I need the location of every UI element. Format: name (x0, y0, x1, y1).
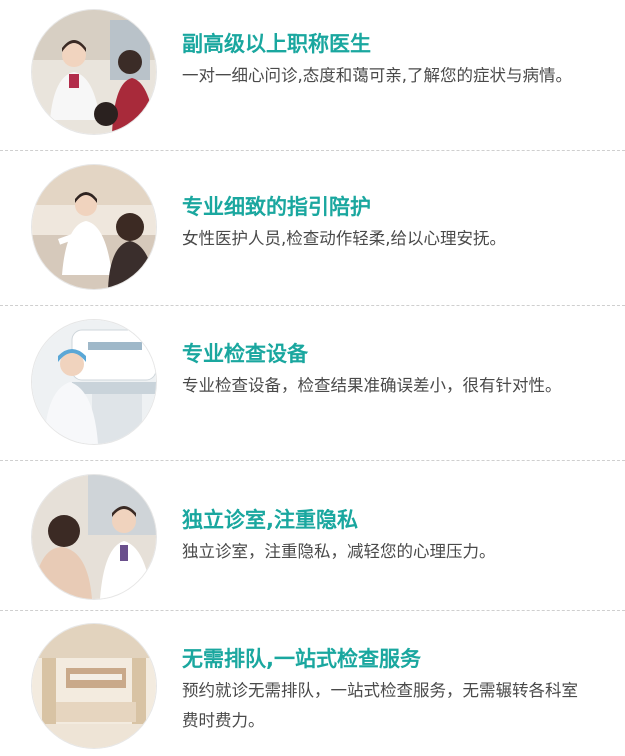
feature-title: 专业细致的指引陪护 (182, 195, 371, 219)
examination-equipment-photo-icon (32, 320, 156, 444)
hospital-lobby-photo-icon (32, 624, 156, 748)
feature-description: 一对一细心问诊,态度和蔼可亲,了解您的症状与病情。 (182, 66, 572, 85)
feature-item-one-stop-service: 无需排队,一站式检查服务 预约就诊无需排队，一站式检查服务，无需辗转各科室费时费… (0, 610, 625, 756)
nurse-guidance-photo-icon (32, 165, 156, 289)
feature-description: 预约就诊无需排队，一站式检查服务，无需辗转各科室费时费力。 (182, 681, 578, 730)
feature-item-equipment: 专业检查设备 专业检查设备，检查结果准确误差小，很有针对性。 (0, 305, 625, 460)
feature-item-guidance-care: 专业细致的指引陪护 女性医护人员,检查动作轻柔,给以心理安抚。 (0, 150, 625, 305)
feature-list: 副高级以上职称医生 一对一细心问诊,态度和蔼可亲,了解您的症状与病情。 专业细致… (0, 0, 625, 756)
private-room-photo-icon (32, 475, 156, 599)
feature-item-specialist-doctor: 副高级以上职称医生 一对一细心问诊,态度和蔼可亲,了解您的症状与病情。 (0, 0, 625, 150)
feature-title: 独立诊室,注重隐私 (182, 508, 358, 532)
feature-title: 无需排队,一站式检查服务 (182, 647, 421, 671)
feature-description: 专业检查设备，检查结果准确误差小，很有针对性。 (182, 376, 562, 395)
feature-item-private-room: 独立诊室,注重隐私 独立诊室，注重隐私，减轻您的心理压力。 (0, 460, 625, 610)
feature-description: 独立诊室，注重隐私，减轻您的心理压力。 (182, 542, 496, 561)
feature-title: 专业检查设备 (182, 342, 308, 366)
doctor-consultation-photo-icon (32, 10, 156, 134)
feature-description: 女性医护人员,检查动作轻柔,给以心理安抚。 (182, 229, 506, 248)
feature-title: 副高级以上职称医生 (182, 32, 371, 56)
